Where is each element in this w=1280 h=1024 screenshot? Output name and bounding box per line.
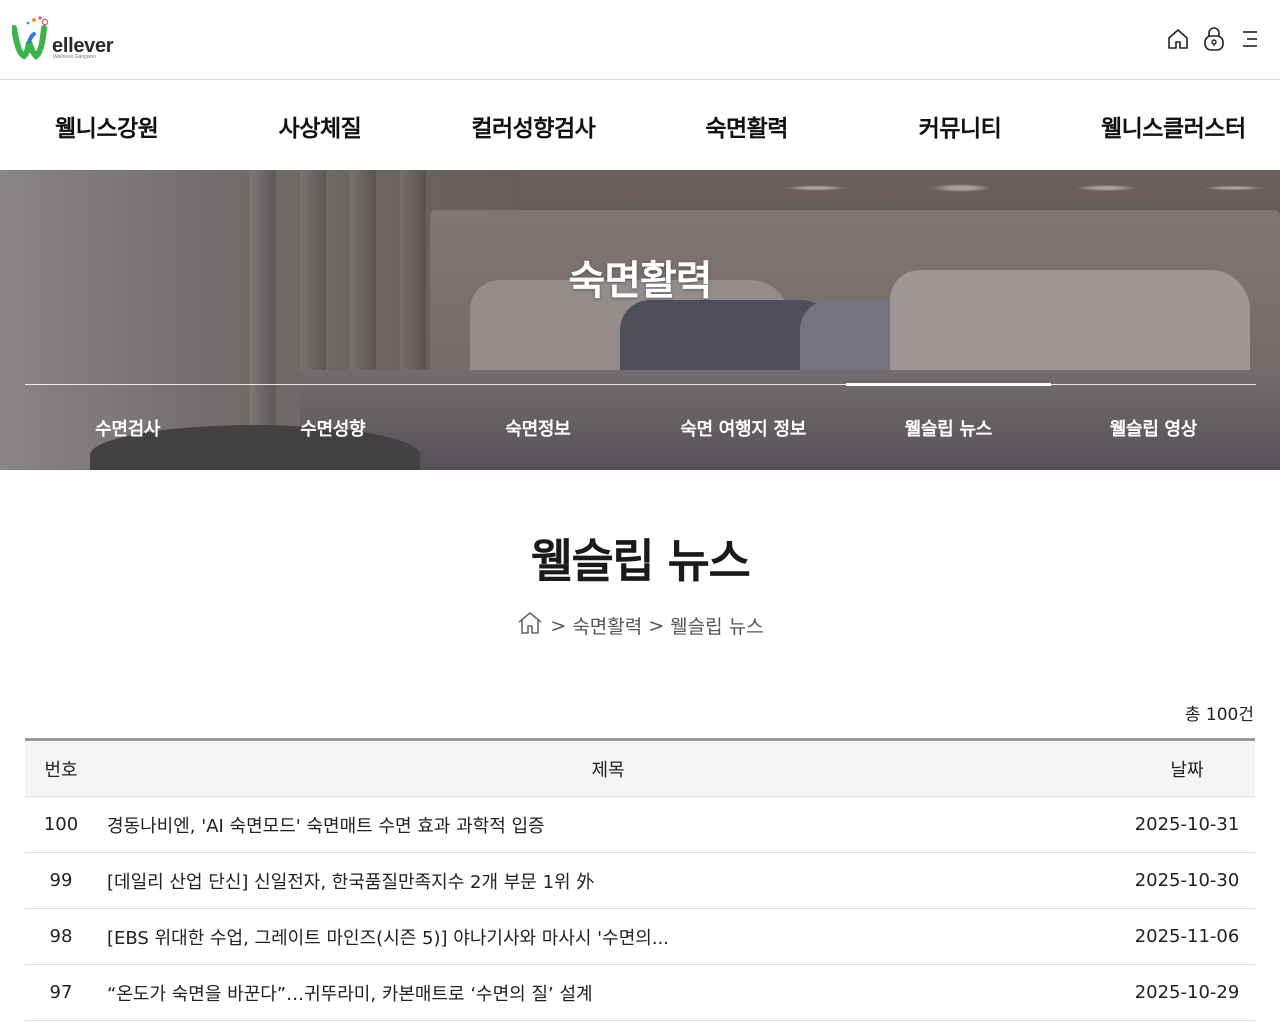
breadcrumb-separator: > bbox=[550, 614, 567, 637]
table-row[interactable]: 100 경동나비엔, 'AI 숙면모드' 숙면매트 수면 효과 과학적 입증 2… bbox=[25, 796, 1255, 853]
gnb-item-community[interactable]: 커뮤니티 bbox=[853, 81, 1066, 170]
column-header-title: 제목 bbox=[97, 738, 1119, 797]
row-title-link[interactable]: [데일리 산업 단신] 신일전자, 한국품질만족지수 2개 부문 1위 外 bbox=[97, 852, 1119, 909]
hero-banner: 숙면활력 수면검사 수면성향 숙면정보 숙면 여행지 정보 웰슬립 뉴스 웰슬립… bbox=[0, 170, 1280, 470]
breadcrumb-separator: > bbox=[648, 614, 665, 637]
tab-wellsleep-news[interactable]: 웰슬립 뉴스 bbox=[845, 383, 1052, 470]
breadcrumb-item-news[interactable]: 웰슬립 뉴스 bbox=[670, 612, 763, 639]
gnb-item-wellness-gangwon[interactable]: 웰니스강원 bbox=[0, 81, 213, 170]
page-title: 웰슬립 뉴스 bbox=[530, 534, 751, 588]
row-number: 97 bbox=[25, 964, 97, 1021]
column-header-no: 번호 bbox=[25, 738, 97, 797]
lock-icon[interactable] bbox=[1202, 26, 1226, 52]
tab-wellsleep-video[interactable]: 웰슬립 영상 bbox=[1051, 385, 1256, 470]
tab-sleep-test[interactable]: 수면검사 bbox=[25, 385, 230, 470]
breadcrumb: > 숙면활력 > 웰슬립 뉴스 bbox=[0, 610, 1280, 641]
row-title-link[interactable]: “온도가 숙면을 바꾼다”…귀뚜라미, 카본매트로 ‘수면의 질’ 설계 bbox=[97, 964, 1119, 1021]
column-header-date: 날짜 bbox=[1119, 738, 1255, 797]
row-date: 2025-11-06 bbox=[1119, 908, 1255, 965]
wellever-logo[interactable]: ellever Wellness Gangwon bbox=[11, 14, 114, 64]
table-row[interactable]: 98 [EBS 위대한 수업, 그레이트 마인즈(시즌 5)] 야나기사와 마사… bbox=[25, 908, 1255, 965]
row-number: 99 bbox=[25, 852, 97, 909]
hero-title: 숙면활력 bbox=[568, 258, 712, 304]
home-icon[interactable] bbox=[1166, 26, 1190, 52]
logo-subtext: Wellness Gangwon bbox=[53, 54, 96, 60]
table-row[interactable]: 97 “온도가 숙면을 바꾼다”…귀뚜라미, 카본매트로 ‘수면의 질’ 설계 … bbox=[25, 964, 1255, 1021]
tab-sleep-info[interactable]: 숙면정보 bbox=[435, 385, 640, 470]
gnb-item-cluster[interactable]: 웰니스클러스터 bbox=[1067, 81, 1280, 170]
gnb-item-sasang[interactable]: 사상체질 bbox=[213, 81, 426, 170]
row-title-link[interactable]: [EBS 위대한 수업, 그레이트 마인즈(시즌 5)] 야나기사와 마사시 '… bbox=[97, 908, 1119, 965]
main-navigation: 웰니스강원 사상체질 컬러성향검사 숙면활력 커뮤니티 웰니스클러스터 bbox=[0, 81, 1280, 170]
table-header-row: 번호 제목 날짜 bbox=[25, 738, 1255, 797]
table-row[interactable]: 99 [데일리 산업 단신] 신일전자, 한국품질만족지수 2개 부문 1위 外… bbox=[25, 852, 1255, 909]
news-table: 번호 제목 날짜 100 경동나비엔, 'AI 숙면모드' 숙면매트 수면 효과… bbox=[25, 738, 1255, 1021]
gnb-item-sleep[interactable]: 숙면활력 bbox=[640, 81, 853, 170]
row-number: 100 bbox=[25, 796, 97, 853]
gnb-item-color-test[interactable]: 컬러성향검사 bbox=[427, 81, 640, 170]
row-date: 2025-10-29 bbox=[1119, 964, 1255, 1021]
breadcrumb-home-icon[interactable] bbox=[516, 610, 544, 641]
tab-sleep-travel[interactable]: 숙면 여행지 정보 bbox=[641, 385, 846, 470]
row-date: 2025-10-30 bbox=[1119, 852, 1255, 909]
top-header: ellever Wellness Gangwon bbox=[0, 0, 1280, 80]
menu-icon[interactable] bbox=[1238, 26, 1262, 52]
row-number: 98 bbox=[25, 908, 97, 965]
breadcrumb-item-sleep[interactable]: 숙면활력 bbox=[572, 612, 642, 639]
sub-navigation: 수면검사 수면성향 숙면정보 숙면 여행지 정보 웰슬립 뉴스 웰슬립 영상 bbox=[25, 383, 1256, 470]
total-count: 총 100건 bbox=[1184, 705, 1254, 725]
header-utility-icons bbox=[1166, 26, 1262, 52]
tab-sleep-tendency[interactable]: 수면성향 bbox=[230, 385, 435, 470]
row-title-link[interactable]: 경동나비엔, 'AI 숙면모드' 숙면매트 수면 효과 과학적 입증 bbox=[97, 796, 1119, 853]
row-date: 2025-10-31 bbox=[1119, 796, 1255, 853]
